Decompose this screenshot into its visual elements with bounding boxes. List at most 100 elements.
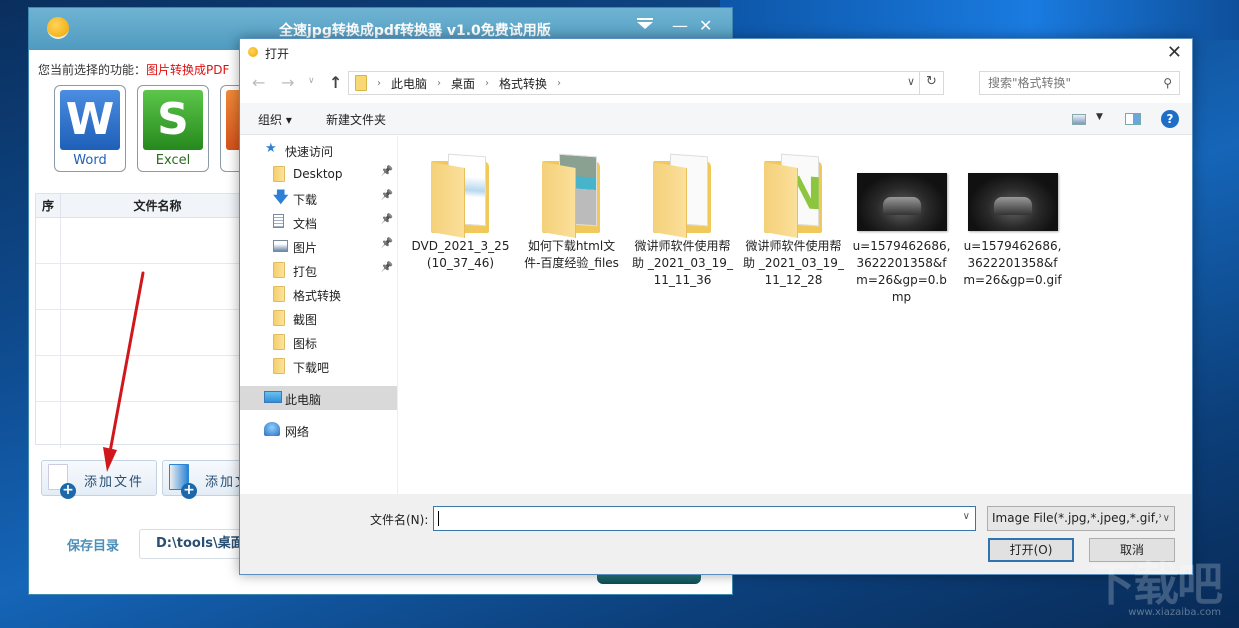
search-input[interactable]: 搜索"格式转换" ⚲ [979, 71, 1180, 95]
table-row [36, 218, 264, 264]
nav-item[interactable]: 🡇 下载 📌 [240, 186, 397, 210]
nav-item-label: 截图 [293, 313, 318, 327]
nav-item-label: 文档 [293, 217, 318, 231]
open-file-dialog: 打开 ✕ ← → ∨ ↑ › 此电脑 › 桌面 › 格式转换 › ∨ ↻ 搜索"… [239, 38, 1193, 575]
preview-pane-icon[interactable] [1125, 113, 1141, 125]
dialog-app-icon [248, 47, 258, 57]
table-row [36, 310, 264, 356]
nav-item[interactable]: 网络 [240, 418, 397, 442]
filename-dropdown-icon[interactable]: ∨ [963, 511, 970, 522]
column-header-index: 序 [36, 194, 61, 217]
app-close-button[interactable]: ✕ [699, 16, 712, 35]
format-word-label: Word [73, 153, 107, 168]
file-name: 微讲师软件使用帮助 _2021_03_19_11_11_36 [632, 239, 733, 287]
nav-item[interactable]: 下载吧 [240, 354, 397, 378]
folder-item[interactable]: 微讲师软件使用帮助 _2021_03_19_11_12_28 [741, 151, 846, 289]
plus-icon: + [60, 483, 76, 499]
address-bar[interactable]: › 此电脑 › 桌面 › 格式转换 › ∨ ↻ [348, 71, 944, 95]
new-folder-button[interactable]: 新建文件夹 [326, 111, 386, 128]
view-dropdown-icon[interactable]: ▼ [1096, 112, 1103, 122]
nav-item-label: 图片 [293, 241, 318, 255]
file-name: u=1579462686,3622201358&fm=26&gp=0.gif [963, 239, 1062, 287]
file-name: 如何下载html文件-百度经验_files [524, 239, 619, 270]
nav-item-label: 下载 [293, 193, 318, 207]
refresh-icon[interactable]: ↻ [919, 71, 943, 95]
up-arrow-icon[interactable]: ↑ [329, 73, 342, 92]
nav-item-label: Desktop [293, 167, 343, 181]
filetype-select[interactable]: Image File(*.jpg,*.jpeg,*.gif,*. ∨ [987, 506, 1175, 531]
download-icon: 🡇 [273, 188, 289, 206]
pin-icon: 📌 [380, 262, 393, 273]
folder-item[interactable]: 如何下载html文件-百度经验_files [519, 151, 624, 272]
help-icon[interactable]: ? [1161, 110, 1179, 128]
folder-item[interactable]: 微讲师软件使用帮助 _2021_03_19_11_11_36 [630, 151, 735, 289]
image-file-item[interactable]: u=1579462686,3622201358&fm=26&gp=0.gif [960, 151, 1065, 289]
nav-item[interactable]: 图标 [240, 330, 397, 354]
dialog-close-button[interactable]: ✕ [1167, 42, 1182, 63]
folder-icon [759, 151, 829, 238]
dialog-title: 打开 [265, 47, 290, 61]
forward-arrow-icon[interactable]: → [281, 73, 294, 92]
breadcrumb-format-convert[interactable]: 格式转换 [499, 75, 547, 92]
open-button[interactable]: 打开(O) [988, 538, 1074, 562]
excel-icon: S [143, 90, 203, 150]
folder-icon [273, 166, 285, 182]
recent-locations-chevron-icon[interactable]: ∨ [308, 76, 315, 86]
image-file-item[interactable]: u=1579462686,3622201358&fm=26&gp=0.bmp [849, 151, 954, 306]
nav-item-label: 此电脑 [285, 393, 322, 407]
format-word-button[interactable]: W Word [54, 85, 126, 172]
filename-label: 文件名(N): [370, 513, 429, 527]
filename-input[interactable]: ∨ [433, 506, 976, 531]
search-placeholder: 搜索"格式转换" [988, 76, 1072, 90]
nav-item[interactable]: Desktop 📌 [240, 162, 397, 186]
pin-icon: 📌 [380, 190, 393, 201]
dialog-footer: 文件名(N): ∨ Image File(*.jpg,*.jpeg,*.gif,… [240, 494, 1192, 574]
pin-icon: 📌 [380, 238, 393, 249]
folder-icon [537, 151, 607, 238]
nav-item[interactable]: 此电脑 [240, 386, 397, 410]
nav-item-label: 打包 [293, 265, 318, 279]
filename-text-field[interactable] [434, 507, 975, 530]
folder-icon [273, 358, 285, 374]
breadcrumb-desktop[interactable]: 桌面 [451, 75, 475, 92]
desktop-background [720, 0, 1239, 40]
folder-icon [426, 151, 496, 238]
breadcrumb-separator-icon: › [485, 77, 490, 89]
word-icon: W [60, 90, 120, 150]
folder-item[interactable]: DVD_2021_3_25 (10_37_46) [408, 151, 513, 272]
nav-item-label: 快速访问 [285, 145, 334, 159]
nav-item[interactable]: 文档 📌 [240, 210, 397, 234]
nav-item[interactable]: 截图 [240, 306, 397, 330]
nav-item[interactable]: 图片 📌 [240, 234, 397, 258]
dialog-titlebar[interactable]: 打开 ✕ [240, 39, 1192, 67]
watermark-logo: 下载吧 [1089, 557, 1223, 611]
change-view-icon[interactable] [1072, 114, 1086, 125]
save-dir-label: 保存目录 [67, 539, 120, 554]
file-name: DVD_2021_3_25 (10_37_46) [411, 239, 510, 270]
table-row [36, 402, 264, 448]
plus-icon: + [181, 483, 197, 499]
address-dropdown-icon[interactable]: ∨ [907, 75, 915, 88]
nav-item[interactable]: 打包 📌 [240, 258, 397, 282]
nav-item[interactable]: ★ 快速访问 [240, 138, 397, 162]
add-file-button[interactable]: + 添加文件 [41, 460, 157, 499]
star-icon: ★ [265, 141, 277, 156]
navigation-bar: ← → ∨ ↑ › 此电脑 › 桌面 › 格式转换 › ∨ ↻ 搜索"格式转换"… [240, 67, 1192, 99]
menu-dropdown-icon[interactable] [637, 18, 653, 32]
nav-item-label: 网络 [285, 425, 310, 439]
format-excel-button[interactable]: S Excel [137, 85, 209, 172]
start-convert-button[interactable] [597, 574, 701, 584]
folder-icon [273, 334, 285, 350]
file-list-table: 序 文件名称 [35, 193, 265, 448]
computer-icon [264, 391, 282, 403]
breadcrumb-separator-icon: › [377, 77, 381, 89]
nav-item[interactable]: 格式转换 [240, 282, 397, 306]
minimize-button[interactable]: — [672, 16, 688, 35]
network-icon [264, 422, 280, 436]
back-arrow-icon[interactable]: ← [252, 73, 265, 92]
nav-item-label: 格式转换 [293, 289, 342, 303]
image-thumbnail [967, 151, 1058, 236]
organize-menu-button[interactable]: 组织 ▾ [258, 111, 292, 128]
breadcrumb-this-pc[interactable]: 此电脑 [391, 75, 427, 92]
command-bar: 组织 ▾ 新建文件夹 ▼ ? [240, 103, 1192, 135]
